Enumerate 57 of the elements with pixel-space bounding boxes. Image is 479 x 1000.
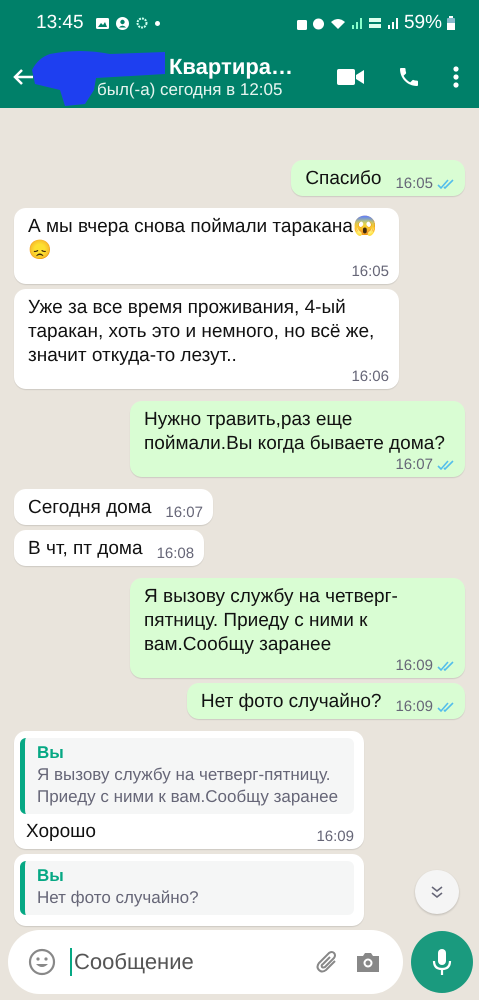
signal-icon: [350, 17, 363, 29]
message-text: Нет фото случайно?: [200, 690, 382, 714]
message-text: А мы вчера снова поймали таракана😱😞: [28, 215, 378, 263]
account-icon: [116, 16, 129, 30]
message-time: 16:06: [351, 370, 389, 384]
message-bubble[interactable]: Нет фото случайно? 16:09: [186, 683, 465, 719]
message-text: Спасибо: [305, 167, 382, 191]
microphone-icon: [432, 948, 452, 976]
message-bubble[interactable]: Уже за все время проживания, 4-ый таракан, хоть это и немного, но всё же, значит откуда-то лезут.. 16:06: [14, 289, 399, 389]
message-text: В чт, пт дома: [28, 537, 143, 561]
message-text: Нужно травить,раз еще поймали.Вы когда бываете дома?: [144, 408, 446, 456]
last-seen: был(-а) сегодня в 12:05: [97, 80, 282, 100]
quoted-message[interactable]: Вы Нет фото случайно?: [20, 861, 354, 915]
quoted-message[interactable]: Вы Я вызову службу на четверг-пятницу. Приеду с ними к вам.Сообщу заранее: [20, 738, 354, 814]
message-text: Хорошо: [25, 820, 97, 844]
contact-name[interactable]: Квартира…: [169, 54, 294, 80]
status-time: 13:45: [36, 12, 84, 34]
quote-text: Я вызову службу на четверг-пятницу. Приеду с ними к вам.Сообщу заранее: [37, 764, 340, 808]
message-bubble[interactable]: Сегодня дома 16:07: [14, 489, 213, 525]
more-menu-icon[interactable]: [453, 66, 459, 88]
signal-icon: [386, 17, 399, 29]
double-chevron-down-icon: [429, 885, 445, 899]
message-bubble[interactable]: А мы вчера снова поймали таракана😱😞 16:05: [14, 208, 399, 284]
quote-text: Нет фото случайно?: [37, 887, 200, 909]
message-bubble[interactable]: Вы Я вызову службу на четверг-пятницу. Приеду с ними к вам.Сообщу заранее Хорошо 16:09: [14, 731, 364, 849]
message-time: 16:09: [395, 659, 433, 673]
message-text: Я вызову службу на четверг-пятницу. Приеду с ними к вам.Сообщу заранее: [144, 585, 399, 657]
message-time: 16:09: [395, 700, 433, 714]
wifi-icon: [330, 16, 346, 30]
message-time: 16:08: [156, 547, 194, 561]
emoji-icon[interactable]: [28, 948, 56, 976]
message-bubble[interactable]: Нужно травить,раз еще поймали.Вы когда бываете дома? 16:07: [130, 401, 465, 477]
settings-icon: [136, 17, 148, 29]
video-call-icon[interactable]: [337, 68, 365, 86]
quote-author: Вы: [37, 865, 65, 887]
message-bubble[interactable]: Я вызову службу на четверг-пятницу. Приеду с ними к вам.Сообщу заранее 16:09: [130, 578, 465, 678]
message-input[interactable]: Сообщение: [70, 948, 301, 976]
message-text: Сегодня дома: [28, 496, 152, 520]
message-time: 16:07: [395, 458, 433, 472]
battery-icon: [447, 16, 455, 30]
message-bubble[interactable]: Вы Нет фото случайно?: [14, 854, 364, 926]
message-time: 16:09: [316, 830, 354, 844]
message-bubble[interactable]: Спасибо 16:05: [291, 160, 465, 196]
message-time: 16:07: [165, 506, 203, 520]
message-time: 16:05: [395, 177, 433, 191]
gallery-icon: [96, 18, 109, 28]
back-arrow-icon[interactable]: [12, 68, 34, 86]
message-text: Уже за все время проживания, 4-ый таракан, хоть это и немного, но всё же, значит откуда-то лезут..: [28, 296, 376, 368]
scroll-down-button[interactable]: [415, 870, 459, 914]
battery-percent: 59%: [404, 12, 442, 34]
phone-icon[interactable]: [397, 65, 421, 89]
dot-icon: [154, 20, 160, 26]
quote-author: Вы: [37, 742, 65, 764]
message-time: 16:05: [351, 265, 389, 279]
camera-icon[interactable]: [355, 951, 381, 973]
message-bubble[interactable]: В чт, пт дома 16:08: [14, 530, 204, 566]
message-field[interactable]: Сообщение: [8, 930, 403, 994]
